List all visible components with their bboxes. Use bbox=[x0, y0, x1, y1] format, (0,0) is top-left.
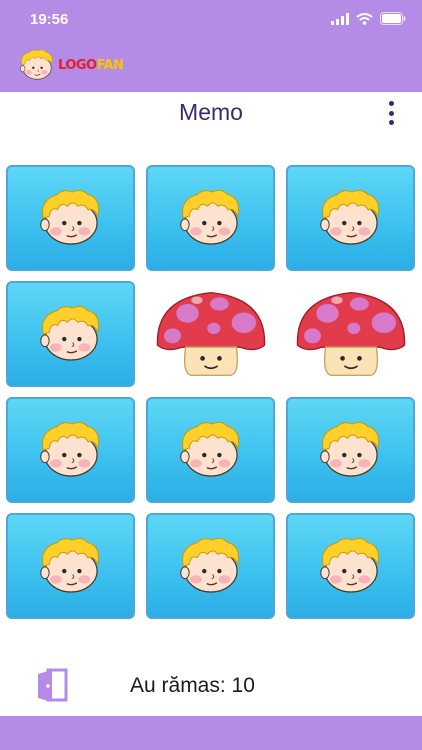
mushroom-icon bbox=[290, 287, 412, 381]
status-bar: 19:56 bbox=[0, 0, 422, 40]
memory-card[interactable] bbox=[146, 165, 275, 271]
boy-face-icon bbox=[169, 416, 253, 484]
logo-text: LOGOFAN bbox=[58, 57, 124, 73]
title-bar: Memo bbox=[0, 92, 422, 134]
memory-card[interactable] bbox=[146, 397, 275, 503]
signal-icon bbox=[331, 12, 349, 25]
boy-face-icon bbox=[309, 416, 393, 484]
boy-face-icon bbox=[309, 184, 393, 252]
remaining-pairs-counter: Au rămas: 10 bbox=[130, 674, 255, 697]
memory-card[interactable] bbox=[146, 513, 275, 619]
memory-card[interactable] bbox=[286, 281, 415, 387]
memory-card[interactable] bbox=[286, 397, 415, 503]
boy-face-icon bbox=[29, 532, 113, 600]
boy-face-logo-icon bbox=[14, 46, 60, 84]
logo: LOGOFAN bbox=[14, 46, 124, 84]
memory-card[interactable] bbox=[6, 165, 135, 271]
exit-door-icon[interactable] bbox=[32, 668, 76, 704]
more-menu-icon[interactable] bbox=[384, 101, 398, 125]
boy-face-icon bbox=[169, 532, 253, 600]
memory-card[interactable] bbox=[6, 513, 135, 619]
bottom-bar bbox=[0, 716, 422, 750]
boy-face-icon bbox=[29, 300, 113, 368]
mushroom-icon bbox=[150, 287, 272, 381]
app-header: LOGOFAN bbox=[0, 40, 422, 92]
status-icons bbox=[331, 12, 406, 25]
memory-card[interactable] bbox=[6, 397, 135, 503]
boy-face-icon bbox=[169, 184, 253, 252]
boy-face-icon bbox=[29, 184, 113, 252]
status-time: 19:56 bbox=[30, 11, 69, 28]
wifi-icon bbox=[356, 12, 373, 25]
memory-card[interactable] bbox=[146, 281, 275, 387]
boy-face-icon bbox=[29, 416, 113, 484]
footer: Au rămas: 10 bbox=[0, 660, 422, 716]
memory-card[interactable] bbox=[286, 513, 415, 619]
memory-card-grid bbox=[6, 165, 416, 619]
boy-face-icon bbox=[309, 532, 393, 600]
memory-card[interactable] bbox=[286, 165, 415, 271]
battery-icon bbox=[380, 12, 406, 25]
page-title: Memo bbox=[179, 99, 243, 125]
memory-card[interactable] bbox=[6, 281, 135, 387]
